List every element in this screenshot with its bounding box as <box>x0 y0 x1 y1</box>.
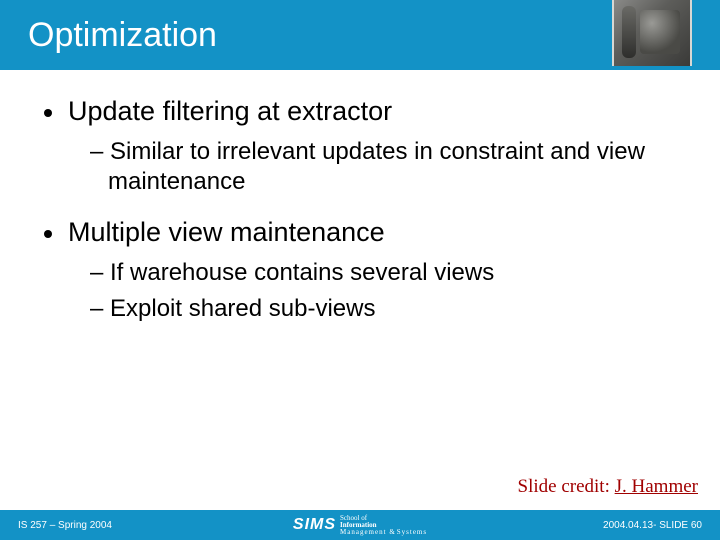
title-bar: Optimization <box>0 0 720 70</box>
bullet-level1: Multiple view maintenance <box>30 217 690 248</box>
footer-bar: IS 257 – Spring 2004 SIMS School of Info… <box>0 510 720 540</box>
slide: Optimization Update filtering at extract… <box>0 0 720 540</box>
footer-left: IS 257 – Spring 2004 <box>18 520 112 531</box>
sims-subtitle: School of Information Management &System… <box>340 515 427 536</box>
footer-logo-block: SIMS School of Information Management &S… <box>293 515 427 536</box>
bullet-text: – If warehouse contains several views <box>90 259 494 286</box>
bullet-text: – Similar to irrelevant updates in const… <box>90 138 645 195</box>
bullet-level2: – If warehouse contains several views <box>90 258 690 288</box>
sims-line3: Management &Systems <box>340 529 427 536</box>
decorative-photo <box>612 0 692 66</box>
bullet-text: Update filtering at extractor <box>68 96 392 127</box>
bullet-level2: – Exploit shared sub-views <box>90 294 690 324</box>
slide-body: Update filtering at extractor – Similar … <box>0 70 720 324</box>
bullet-text: – Exploit shared sub-views <box>90 295 375 322</box>
bullet-dot-icon <box>44 230 52 238</box>
slide-credit: Slide credit: J. Hammer <box>518 476 698 498</box>
slide-title: Optimization <box>28 16 217 55</box>
bullet-dot-icon <box>44 109 52 117</box>
credit-name: J. Hammer <box>615 476 698 497</box>
bullet-text: Multiple view maintenance <box>68 217 385 248</box>
footer-right: 2004.04.13- SLIDE 60 <box>603 520 702 531</box>
credit-prefix: Slide credit: <box>518 476 615 497</box>
bullet-level2: – Similar to irrelevant updates in const… <box>90 137 690 197</box>
bullet-level1: Update filtering at extractor <box>30 96 690 127</box>
sims-logo: SIMS <box>293 516 336 534</box>
